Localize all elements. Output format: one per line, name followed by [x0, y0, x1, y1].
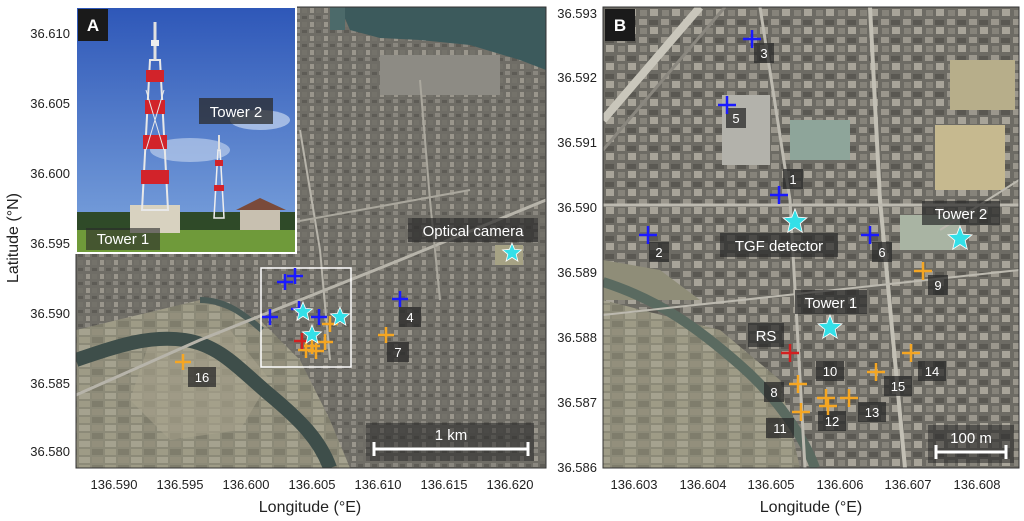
- y-tick: 36.586: [557, 460, 597, 475]
- panel-a-x-axis-title: Longitude (°E): [259, 499, 361, 516]
- scale-bar-b-label: 100 m: [950, 430, 992, 447]
- x-tick: 136.606: [817, 477, 864, 492]
- panel-a-y-axis-title: Latitude (°N): [5, 193, 22, 283]
- label-4: 4: [406, 310, 413, 325]
- panel-a-x-ticks: 136.590 136.595 136.600 136.605 136.610 …: [91, 477, 534, 492]
- y-tick: 36.605: [30, 96, 70, 111]
- panel-a-photo: Tower 2 Tower 1: [75, 6, 297, 254]
- x-tick: 136.600: [223, 477, 270, 492]
- num-12: 12: [825, 414, 839, 429]
- num-11: 11: [773, 421, 787, 436]
- x-tick: 136.608: [954, 477, 1001, 492]
- num-5: 5: [732, 111, 739, 126]
- num-1: 1: [789, 172, 796, 187]
- num-9: 9: [934, 278, 941, 293]
- optical-camera-label: Optical camera: [423, 223, 525, 240]
- label-16: 16: [195, 370, 209, 385]
- x-tick: 136.595: [157, 477, 204, 492]
- y-tick: 36.587: [557, 395, 597, 410]
- x-tick: 136.590: [91, 477, 138, 492]
- y-tick: 36.610: [30, 26, 70, 41]
- x-tick: 136.604: [680, 477, 727, 492]
- tower2-b-label: Tower 2: [935, 206, 988, 223]
- photo-tower2-label: Tower 2: [210, 104, 263, 121]
- y-tick: 36.580: [30, 444, 70, 459]
- y-tick: 36.591: [557, 135, 597, 150]
- y-tick: 36.585: [30, 376, 70, 391]
- y-tick: 36.593: [557, 6, 597, 21]
- panel-b-letter: B: [614, 16, 626, 35]
- num-6: 6: [878, 245, 885, 260]
- panel-b-x-axis-title: Longitude (°E): [760, 499, 862, 516]
- photo-tower1-label: Tower 1: [97, 231, 150, 248]
- scale-bar-a-label: 1 km: [435, 427, 468, 444]
- figure: Tower 2 Tower 1 A Optical camera 4 7 16 …: [5, 6, 1020, 516]
- y-tick: 36.590: [30, 306, 70, 321]
- x-tick: 136.615: [421, 477, 468, 492]
- tgf-detector-label: TGF detector: [735, 238, 823, 255]
- x-tick: 136.607: [885, 477, 932, 492]
- y-tick: 36.600: [30, 166, 70, 181]
- panel-a: Tower 2 Tower 1 A Optical camera 4 7 16 …: [5, 6, 547, 516]
- y-tick: 36.589: [557, 265, 597, 280]
- y-tick: 36.590: [557, 200, 597, 215]
- rs-label: RS: [756, 328, 777, 345]
- x-tick: 136.605: [289, 477, 336, 492]
- num-2: 2: [655, 245, 662, 260]
- x-tick: 136.620: [487, 477, 534, 492]
- panel-b: B TGF detector Tower 2 Tower 1 RS 1 2 3 …: [557, 6, 1020, 516]
- x-tick: 136.605: [748, 477, 795, 492]
- label-7: 7: [394, 345, 401, 360]
- panel-b-y-ticks: 36.593 36.592 36.591 36.590 36.589 36.58…: [557, 6, 597, 475]
- panel-a-letter: A: [87, 16, 99, 35]
- tower1-b-label: Tower 1: [805, 295, 858, 312]
- num-10: 10: [823, 364, 837, 379]
- panel-a-y-ticks: 36.610 36.605 36.600 36.595 36.590 36.58…: [30, 26, 70, 459]
- num-13: 13: [865, 405, 879, 420]
- y-tick: 36.588: [557, 330, 597, 345]
- y-tick: 36.595: [30, 236, 70, 251]
- num-15: 15: [891, 379, 905, 394]
- num-14: 14: [925, 364, 939, 379]
- x-tick: 136.603: [611, 477, 658, 492]
- y-tick: 36.592: [557, 70, 597, 85]
- x-tick: 136.610: [355, 477, 402, 492]
- num-3: 3: [760, 46, 767, 61]
- num-8: 8: [770, 385, 777, 400]
- panel-b-x-ticks: 136.603 136.604 136.605 136.606 136.607 …: [611, 477, 1001, 492]
